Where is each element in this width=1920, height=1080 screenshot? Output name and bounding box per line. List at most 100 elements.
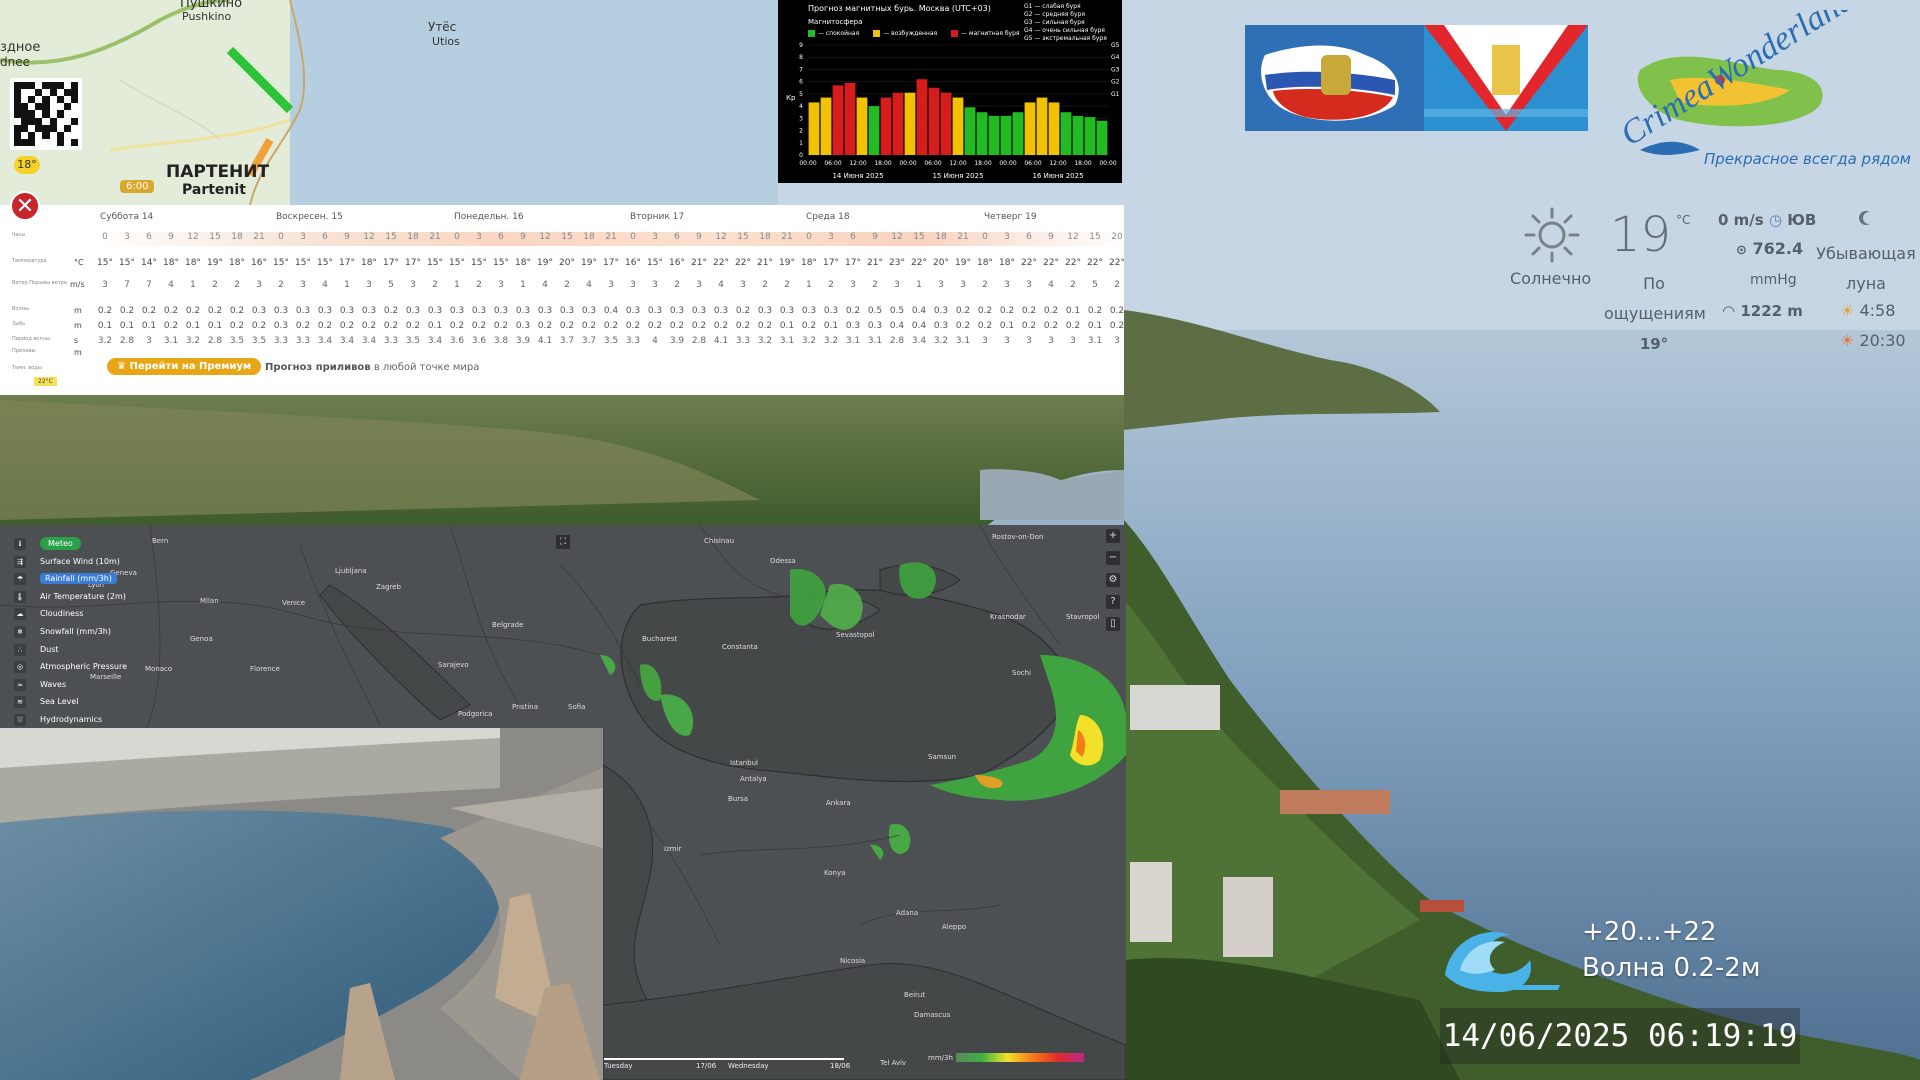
qr-module — [21, 110, 29, 118]
layer-item[interactable]: ≈ Waves — [14, 676, 134, 694]
sea-water-temperature: +20...+22 — [1582, 917, 1717, 947]
forecast-cell: 22° — [1021, 258, 1037, 268]
qr-module — [63, 89, 71, 97]
forecast-cell: 3.7 — [581, 336, 597, 346]
qr-module — [35, 138, 43, 146]
forecast-cell: 3 — [630, 280, 636, 290]
layer-item[interactable]: ≋ Sea Level — [14, 693, 134, 711]
kp-y-tick: 9 — [799, 42, 803, 49]
forecast-cell: 0.1 — [427, 321, 443, 331]
forecast-cell: 0.2 — [735, 306, 751, 316]
qr-code[interactable] — [10, 78, 82, 150]
kp-bar — [904, 92, 916, 155]
layer-item[interactable]: 🌡 Air Temperature (2m) — [14, 588, 134, 606]
close-icon[interactable]: ✕ — [10, 191, 40, 221]
kp-bar — [868, 106, 880, 155]
kp-y-tick: 7 — [799, 66, 803, 73]
tides-promo[interactable]: Прогноз приливов в любой точке мира — [265, 362, 479, 373]
layer-item[interactable]: ☁ Cloudiness — [14, 605, 134, 623]
layer-icon: ❄ — [14, 625, 26, 638]
timeline-label: 17/06 — [696, 1062, 717, 1070]
forecast-cell: 7 — [146, 280, 152, 290]
forecast-cell: 0.2 — [251, 321, 267, 331]
qr-module — [70, 96, 78, 104]
qr-module — [49, 89, 57, 97]
qr-module — [49, 131, 57, 139]
forecast-cell: 0.2 — [339, 321, 355, 331]
forecast-cell: 5 — [1092, 280, 1098, 290]
local-map[interactable]: Пушкино Pushkino Утёс Utios ПАРТЕНИТ Par… — [0, 0, 778, 205]
forecast-cell: 3 — [256, 280, 262, 290]
moon-phase-line: Убывающая — [1816, 244, 1916, 263]
layer-item[interactable]: ⇶ Surface Wind (10m) — [14, 553, 134, 571]
kp-bar — [1012, 112, 1024, 155]
layer-item[interactable]: ❄ Snowfall (mm/3h) — [14, 623, 134, 641]
unit-label: m — [74, 348, 82, 357]
info-icon[interactable]: ? — [1106, 595, 1120, 609]
map-place-partenit-en: Partenit — [182, 182, 246, 198]
timeline-bar[interactable] — [604, 1058, 844, 1060]
map-controls[interactable]: + − ⚙ ? ▯ — [1106, 529, 1120, 631]
forecast-cell: 0.3 — [471, 306, 487, 316]
layer-menu[interactable]: ℹ Meteo ⇶ Surface Wind (10m) ☂ Rainfall (mm/3… — [14, 535, 134, 729]
forecast-cell: 15 — [1089, 232, 1101, 242]
qr-module — [28, 124, 36, 132]
day-label: Четверг 19 — [984, 212, 1037, 222]
premium-button[interactable]: ♛ Перейти на Премиум — [107, 358, 262, 375]
forecast-cell: 1 — [344, 280, 350, 290]
kp-bar — [940, 92, 952, 155]
fullscreen-icon[interactable]: ⛶ — [556, 535, 570, 549]
forecast-cell: 1 — [806, 280, 812, 290]
forecast-cell: 1 — [916, 280, 922, 290]
row-label: Период волны — [12, 336, 50, 342]
kp-x-tick: 06:00 — [924, 160, 941, 167]
qr-module — [49, 124, 57, 132]
zoom-in-icon[interactable]: + — [1106, 529, 1120, 543]
forecast-cell: 0.2 — [999, 306, 1015, 316]
qr-module — [14, 96, 22, 104]
forecast-cell: 0.1 — [119, 321, 135, 331]
layer-item[interactable]: ℹ Meteo — [14, 535, 134, 553]
timeline-label: Tuesday — [604, 1062, 633, 1070]
forecast-cell: 18 — [935, 232, 947, 242]
temperature-unit: °C — [1676, 213, 1691, 227]
feels-like-label: По — [1643, 274, 1665, 293]
city-label: Bursa — [728, 795, 749, 803]
marine-forecast-table[interactable]: Суббота 14 Воскресен. 15 Понедельн. 16 В… — [0, 205, 1124, 395]
forecast-cell: 0 — [278, 232, 284, 242]
kp-y-tick: 0 — [799, 152, 803, 159]
kp-x-tick: 18:00 — [974, 160, 991, 167]
kp-y-tick: 4 — [799, 103, 803, 110]
settings-icon[interactable]: ⚙ — [1106, 573, 1120, 587]
forecast-cell: 0.2 — [625, 321, 641, 331]
forecast-cell: 2 — [212, 280, 218, 290]
wind: 0 m/s ◷ ЮВ — [1718, 211, 1816, 229]
layer-item[interactable]: ☂ Rainfall (mm/3h) — [14, 570, 134, 588]
forecast-cell: 12 — [1067, 232, 1079, 242]
layer-item[interactable]: ∴ Dust — [14, 641, 134, 659]
zoom-out-icon[interactable]: − — [1106, 551, 1120, 565]
forecast-cell: 3 — [1026, 280, 1032, 290]
forecast-cell: 15° — [273, 258, 289, 268]
forecast-cell: 0.2 — [581, 321, 597, 331]
phone-icon[interactable]: ▯ — [1106, 617, 1120, 631]
forecast-cell: 0.2 — [229, 306, 245, 316]
tides-promo-text: в любой точке мира — [373, 362, 480, 373]
qr-module — [28, 82, 36, 90]
forecast-cell: 18 — [407, 232, 419, 242]
city-label: Aleppo — [942, 923, 967, 931]
city-label: Nicosia — [840, 957, 866, 965]
forecast-cell: 9 — [344, 232, 350, 242]
forecast-cell: 3.9 — [669, 336, 685, 346]
layer-item[interactable]: ◎ Atmospheric Pressure — [14, 658, 134, 676]
forecast-cell: 9 — [520, 232, 526, 242]
kp-g-tick: G5 — [1111, 42, 1120, 49]
city-label: Pristina — [512, 703, 538, 711]
layer-icon: 🌡 — [14, 590, 26, 603]
layer-item[interactable]: ⛆ Hydrodynamics — [14, 711, 134, 729]
forecast-cell: 6 — [850, 232, 856, 242]
forecast-cell: 9 — [872, 232, 878, 242]
forecast-cell: 0.1 — [185, 321, 201, 331]
forecast-cell: 15 — [913, 232, 925, 242]
forecast-cell: 17° — [845, 258, 861, 268]
